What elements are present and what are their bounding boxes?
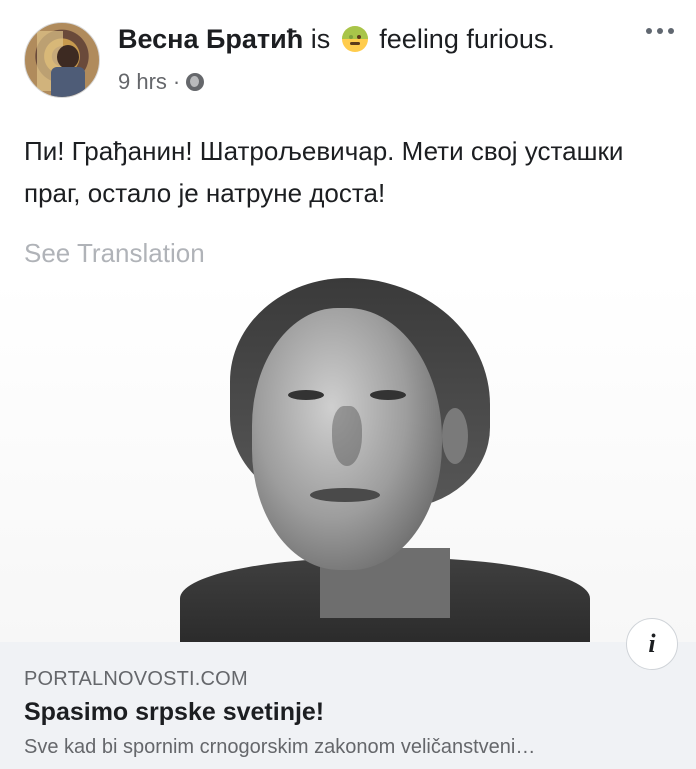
post-meta: 9 hrs · xyxy=(118,69,205,95)
portrait-photo xyxy=(160,278,610,642)
meta-separator: · xyxy=(172,69,181,94)
post-header: Весна Братић is feeling furious. 9 hrs · xyxy=(18,14,678,104)
avatar[interactable] xyxy=(24,22,100,98)
author-name[interactable]: Весна Братић xyxy=(118,24,303,54)
link-description: Sve kad bi spornim crnogorskim zakonom v… xyxy=(24,736,536,758)
link-info-box[interactable]: PORTALNOVOSTI.COM Spasimo srpske svetinj… xyxy=(0,642,696,769)
link-preview-image[interactable] xyxy=(0,278,696,642)
feeling-text[interactable]: feeling furious. xyxy=(379,24,555,54)
post-time[interactable]: 9 hrs xyxy=(118,69,167,95)
more-options-icon[interactable] xyxy=(646,28,674,34)
see-translation-link[interactable]: See Translation xyxy=(24,238,205,269)
globe-icon[interactable] xyxy=(186,73,205,91)
author-line: Весна Братић is feeling furious. xyxy=(118,24,555,55)
link-title: Spasimo srpske svetinje! xyxy=(24,698,325,726)
info-icon[interactable]: i xyxy=(626,618,678,670)
post-body: Пи! Грађанин! Шатрољевичар. Мети свој ус… xyxy=(24,136,624,208)
furious-face-icon xyxy=(341,26,368,52)
is-text: is xyxy=(310,24,331,54)
link-domain: PORTALNOVOSTI.COM xyxy=(24,668,248,690)
